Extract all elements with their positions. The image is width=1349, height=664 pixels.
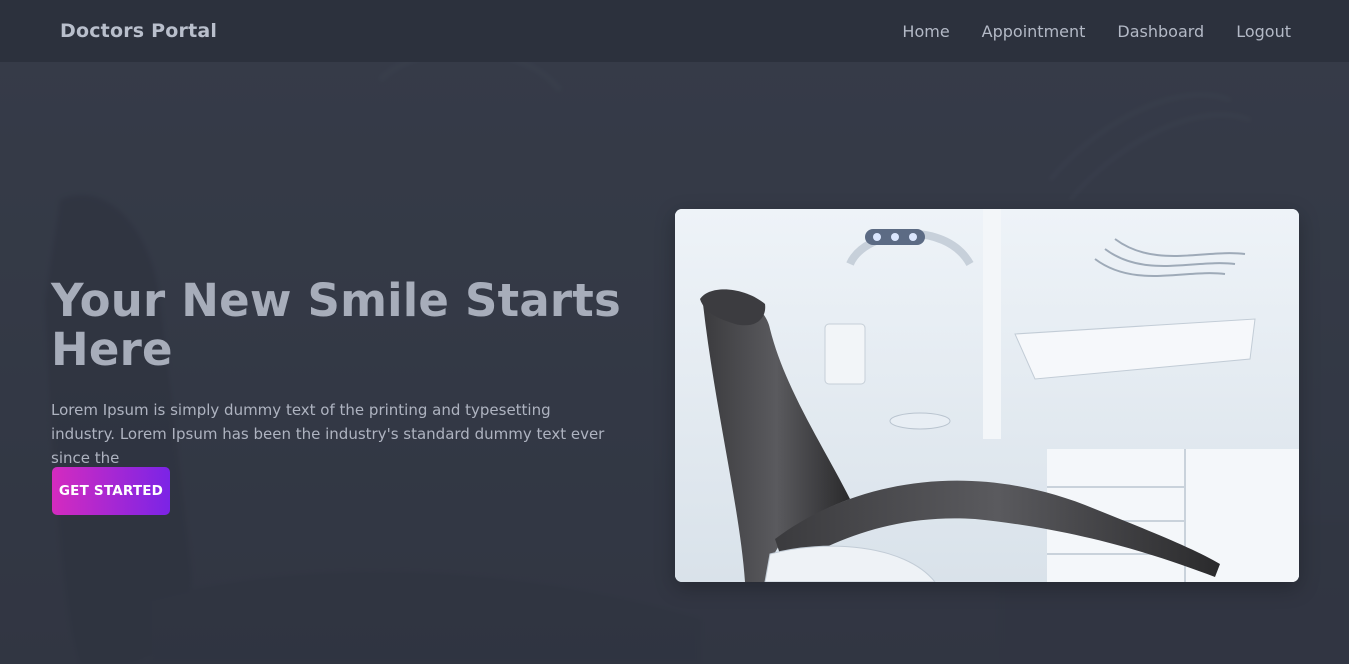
nav-links: Home Appointment Dashboard Logout [902,22,1291,41]
nav-link-dashboard[interactable]: Dashboard [1117,22,1204,41]
get-started-button[interactable]: GET STARTED [52,467,170,515]
nav-link-home[interactable]: Home [902,22,949,41]
dental-chair-image [675,209,1299,582]
navbar: Doctors Portal Home Appointment Dashboar… [0,0,1349,62]
nav-link-logout[interactable]: Logout [1236,22,1291,41]
hero-title: Your New Smile Starts Here [51,274,621,376]
hero-section: Your New Smile Starts Here Lorem Ipsum i… [51,276,631,470]
hero-description: Lorem Ipsum is simply dummy text of the … [51,401,605,467]
brand-logo[interactable]: Doctors Portal [60,20,217,42]
nav-link-appointment[interactable]: Appointment [982,22,1086,41]
